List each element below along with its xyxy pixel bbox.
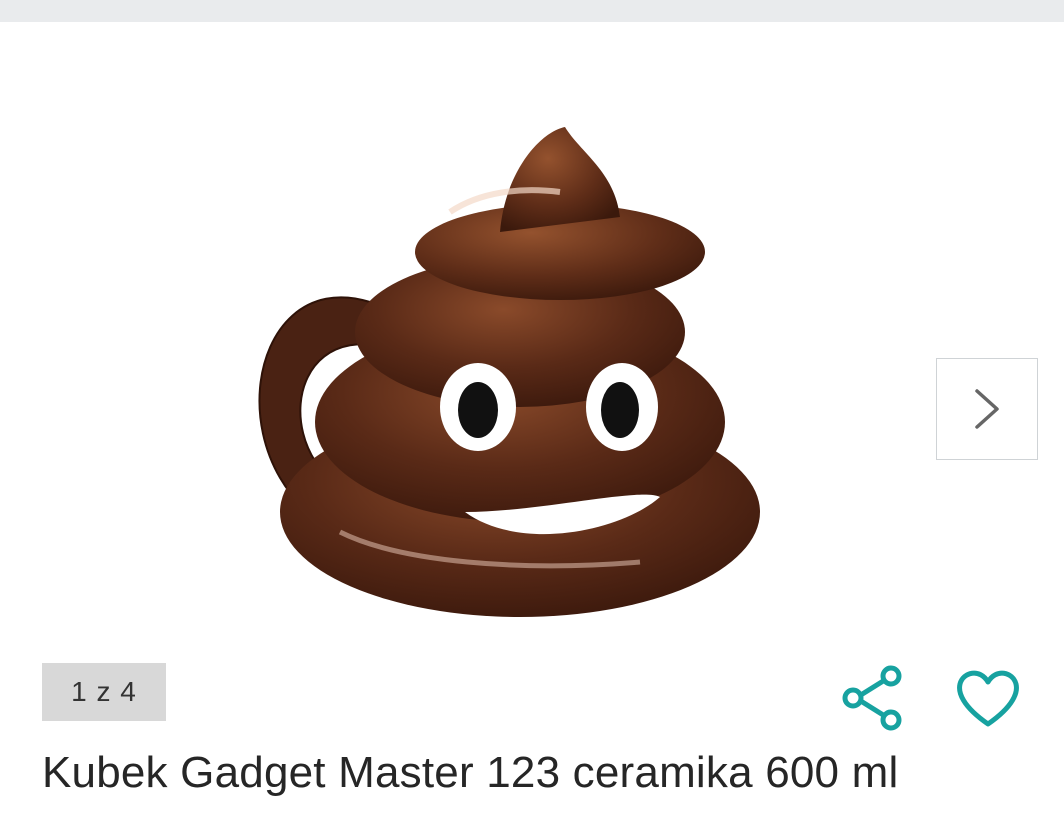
chevron-right-icon [975, 389, 999, 429]
heart-icon [957, 670, 1019, 727]
favorite-button[interactable] [952, 662, 1024, 734]
image-gallery[interactable] [0, 22, 1064, 642]
product-image[interactable] [220, 92, 800, 632]
next-image-button[interactable] [936, 358, 1038, 460]
product-title: Kubek Gadget Master 123 ceramika 600 ml [42, 748, 899, 797]
image-counter: 1 z 4 [42, 663, 166, 721]
share-icon [842, 665, 902, 731]
share-button[interactable] [836, 662, 908, 734]
top-strip [0, 0, 1064, 22]
